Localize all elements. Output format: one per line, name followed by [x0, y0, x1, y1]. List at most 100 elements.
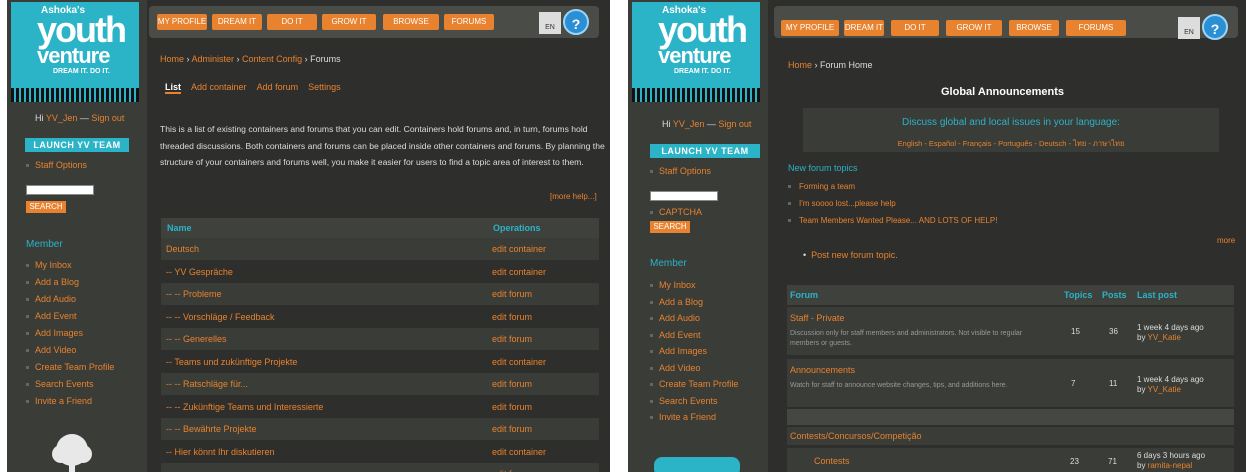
search-button[interactable]: SEARCH — [650, 221, 690, 233]
search-button[interactable]: SEARCH — [26, 201, 66, 213]
username-link[interactable]: YV_Jen — [673, 119, 705, 129]
sidebar-item[interactable]: Create Team Profile — [650, 379, 738, 389]
topic-link[interactable]: I'm soooo lost...please help — [788, 199, 896, 208]
sidebar-item[interactable]: Add Audio — [650, 313, 700, 323]
forum-name-link[interactable]: -- Teams und zukünftige Projekte — [166, 357, 297, 367]
forum-name-link[interactable]: -- -- Zukünftige Teams und Interessierte — [166, 402, 323, 412]
tab-list[interactable]: List — [165, 82, 182, 94]
promo-badge[interactable] — [654, 457, 740, 472]
sidebar-item[interactable]: Invite a Friend — [650, 412, 716, 422]
staff-options-link[interactable]: Staff Options — [26, 160, 87, 170]
last-post: 1 week 4 days ago by YV_Katie — [1137, 323, 1204, 343]
sidebar-item[interactable]: Add Event — [26, 311, 77, 321]
language-flag-icon[interactable]: EN — [1178, 17, 1200, 39]
nav-button[interactable]: GROW IT — [946, 20, 1002, 36]
signout-link[interactable]: Sign out — [718, 119, 751, 129]
sidebar-item[interactable]: Add Video — [650, 363, 700, 373]
forum-name-link[interactable]: Staff - Private — [790, 313, 844, 323]
forum-name-link[interactable]: -- -- Ratschläge für... — [166, 379, 248, 389]
crumb-sep: › — [184, 54, 192, 64]
forum-name-link[interactable]: -- Hier könnt Ihr diskutieren — [166, 447, 275, 457]
nav-button[interactable]: BROWSE — [1009, 20, 1059, 36]
global-announcements-title[interactable]: Global Announcements — [941, 86, 1064, 98]
last-post-by: by — [1137, 461, 1148, 470]
logo-venture: venture — [658, 43, 731, 68]
forum-name-link[interactable]: Announcements — [790, 365, 855, 375]
col-name[interactable]: Name — [167, 223, 192, 233]
sidebar-item[interactable]: My Inbox — [650, 280, 696, 290]
language-flag-icon[interactable]: EN — [539, 12, 561, 34]
more-topics-link[interactable]: more — [1217, 236, 1235, 245]
tab-settings[interactable]: Settings — [308, 82, 341, 92]
sidebar-item[interactable]: Search Events — [650, 396, 718, 406]
tab-add-container[interactable]: Add container — [191, 82, 247, 92]
category-link[interactable]: Contests/Concursos/Competição — [790, 431, 922, 441]
sidebar-item[interactable]: Add Images — [650, 346, 707, 356]
search-input[interactable] — [650, 191, 718, 201]
sidebar-item[interactable]: Create Team Profile — [26, 362, 114, 372]
sidebar-item[interactable]: Add Video — [26, 345, 76, 355]
nav-button[interactable]: MY PROFILE — [781, 20, 839, 36]
nav-button[interactable]: DO IT — [891, 20, 939, 36]
sidebar-item[interactable]: Add a Blog — [26, 277, 79, 287]
edit-link[interactable]: edit forum — [492, 289, 532, 299]
forum-name-link[interactable]: -- -- Generelles — [166, 334, 227, 344]
sidebar-item[interactable]: Add a Blog — [650, 297, 703, 307]
edit-link[interactable]: edit forum — [492, 424, 532, 434]
sidebar-item[interactable]: Invite a Friend — [26, 396, 92, 406]
last-post-user-link[interactable]: YV_Katie — [1148, 333, 1181, 342]
nav-button[interactable]: BROWSE — [383, 14, 439, 30]
nav-button[interactable]: DO IT — [267, 14, 317, 30]
edit-link[interactable]: edit container — [492, 447, 546, 457]
launch-team-button[interactable]: LAUNCH YV TEAM — [25, 138, 129, 152]
search-input[interactable] — [26, 185, 94, 195]
sidebar-item[interactable]: Add Event — [650, 330, 701, 340]
last-post-user-link[interactable]: ramita-nepal — [1148, 461, 1192, 470]
tab-add-forum[interactable]: Add forum — [257, 82, 299, 92]
col-topics: Topics — [1064, 290, 1093, 300]
youth-venture-logo[interactable]: Ashoka's youth venture DREAM IT. DO IT. — [11, 2, 139, 102]
edit-link[interactable]: edit forum — [492, 402, 532, 412]
nav-button[interactable]: DREAM IT — [844, 20, 884, 36]
forum-name-link[interactable]: -- YV Gespräche — [166, 267, 233, 277]
topic-link[interactable]: Forming a team — [788, 182, 855, 191]
sidebar-item[interactable]: My Inbox — [26, 260, 72, 270]
post-new-topic-link[interactable]: Post new forum topic. — [803, 250, 898, 260]
crumb-administer[interactable]: Administer — [192, 54, 235, 64]
forum-name-link[interactable]: -- -- Vorschläge / Feedback — [166, 312, 275, 322]
edit-link[interactable]: edit forum — [492, 379, 532, 389]
more-help-link[interactable]: [more help...] — [550, 192, 597, 201]
edit-link[interactable]: edit forum — [492, 312, 532, 322]
nav-button[interactable]: DREAM IT — [212, 14, 262, 30]
sidebar-item[interactable]: Add Images — [26, 328, 83, 338]
staff-options-link[interactable]: Staff Options — [650, 166, 711, 176]
language-links[interactable]: English - Español - Français - Português… — [803, 138, 1219, 150]
nav-button[interactable]: FORUMS — [1066, 20, 1126, 36]
nav-button[interactable]: FORUMS — [444, 14, 494, 30]
edit-link[interactable]: edit container — [492, 267, 546, 277]
crumb-home[interactable]: Home — [788, 60, 812, 70]
table-row: -- -- ...edit forum — [161, 463, 599, 472]
help-icon[interactable]: ? — [563, 9, 589, 35]
forum-name-link[interactable]: -- -- Probleme — [166, 289, 222, 299]
last-post-user-link[interactable]: YV_Katie — [1148, 385, 1181, 394]
edit-link[interactable]: edit forum — [492, 334, 532, 344]
nav-button[interactable]: MY PROFILE — [157, 14, 207, 30]
last-post: 1 week 4 days ago by YV_Katie — [1137, 375, 1204, 395]
youth-venture-logo[interactable]: Ashoka's youth venture DREAM IT. DO IT. — [632, 2, 760, 102]
forum-name-link[interactable]: Deutsch — [166, 244, 199, 254]
launch-team-button[interactable]: LAUNCH YV TEAM — [650, 144, 760, 158]
sidebar-item[interactable]: Add Audio — [26, 294, 76, 304]
sidebar-item[interactable]: Search Events — [26, 379, 94, 389]
forum-name-link[interactable]: -- -- Bewährte Projekte — [166, 424, 257, 434]
username-link[interactable]: YV_Jen — [46, 113, 78, 123]
crumb-home[interactable]: Home — [160, 54, 184, 64]
crumb-content-config[interactable]: Content Config — [242, 54, 302, 64]
forum-name-link[interactable]: Contests — [814, 456, 850, 466]
nav-button[interactable]: GROW IT — [322, 14, 376, 30]
edit-link[interactable]: edit container — [492, 357, 546, 367]
edit-link[interactable]: edit container — [492, 244, 546, 254]
signout-link[interactable]: Sign out — [91, 113, 124, 123]
topic-link[interactable]: Team Members Wanted Please... AND LOTS O… — [788, 216, 997, 225]
help-icon[interactable]: ? — [1202, 14, 1228, 40]
